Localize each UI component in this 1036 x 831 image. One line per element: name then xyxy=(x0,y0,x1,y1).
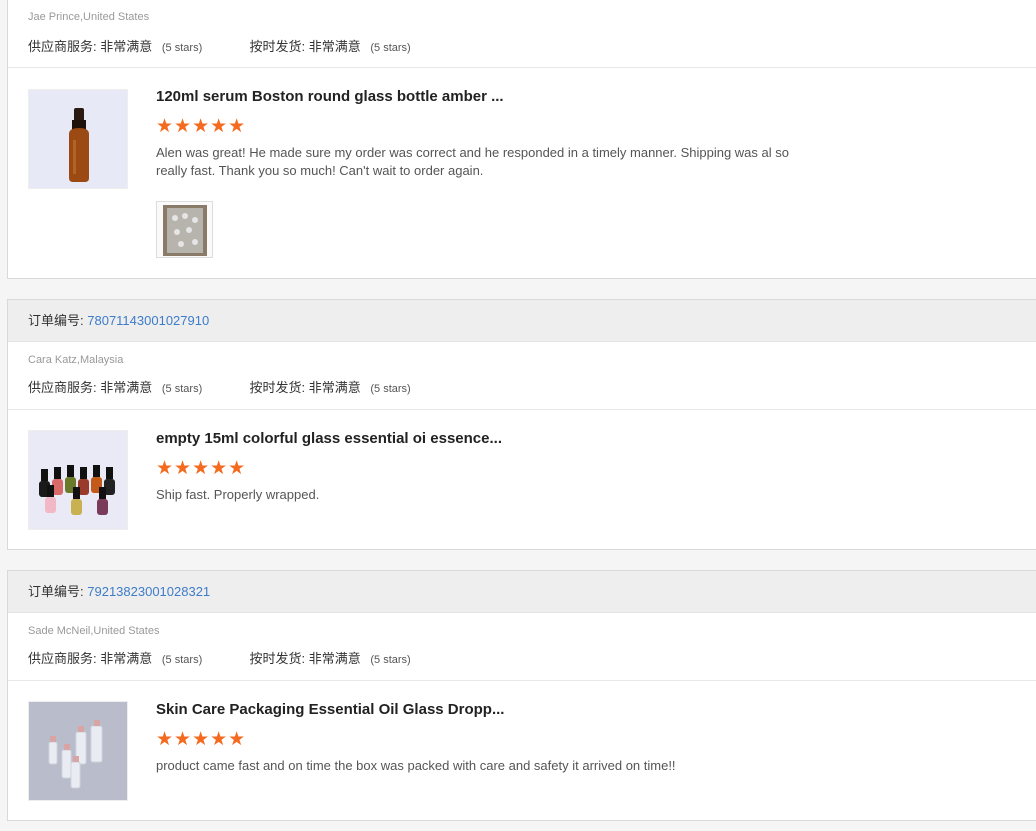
product-thumbnail[interactable] xyxy=(28,89,128,189)
review-text: Ship fast. Properly wrapped. xyxy=(156,487,320,502)
supplier-service-label: 供应商服务: xyxy=(28,39,97,54)
product-title-link[interactable]: 120ml serum Boston round glass bottle am… xyxy=(156,88,504,105)
review-text: product came fast and on time the box wa… xyxy=(156,758,676,773)
order-number-label: 订单编号: xyxy=(28,584,84,599)
star-rating: ★★★★★ xyxy=(156,458,247,479)
colorful-bottles-icon xyxy=(29,431,127,529)
order-header: 订单编号: 78071143001027910 xyxy=(8,300,1036,342)
buyer-info: Jae Prince,United States xyxy=(28,11,150,23)
review-text: Alen was great! He made sure my order wa… xyxy=(156,145,789,178)
product-thumbnail[interactable] xyxy=(28,701,128,801)
shipping-stars: (5 stars) xyxy=(370,42,411,54)
shipping-label: 按时发货: xyxy=(249,380,306,395)
supplier-service-value: 非常满意 xyxy=(100,39,153,54)
shipping-value: 非常满意 xyxy=(308,651,361,666)
supplier-service-value: 非常满意 xyxy=(100,380,153,395)
supplier-service-stars: (5 stars) xyxy=(161,654,203,666)
shipping-value: 非常满意 xyxy=(308,380,361,395)
order-number-link[interactable]: 79213823001028321 xyxy=(87,584,210,599)
shipping-value: 非常满意 xyxy=(308,39,361,54)
supplier-service-label: 供应商服务: xyxy=(28,651,97,666)
rating-summary: 供应商服务: 非常满意 (5 stars) 按时发货: 非常满意 (5 star… xyxy=(8,36,411,55)
amber-bottle-icon xyxy=(29,90,127,188)
rating-summary: 供应商服务: 非常满意 (5 stars) 按时发货: 非常满意 (5 star… xyxy=(8,377,411,396)
buyer-info: Cara Katz,Malaysia xyxy=(28,354,124,366)
product-title-link[interactable]: empty 15ml colorful glass essential oi e… xyxy=(156,430,502,447)
shipping-label: 按时发货: xyxy=(249,651,306,666)
order-number-link[interactable]: 78071143001027910 xyxy=(87,313,209,328)
order-number-label: 订单编号: xyxy=(28,313,84,328)
review-photo-image xyxy=(157,202,212,257)
order-header: 订单编号: 79213823001028321 xyxy=(8,571,1036,613)
star-rating: ★★★★★ xyxy=(156,116,247,137)
star-rating: ★★★★★ xyxy=(156,729,247,750)
rating-summary: 供应商服务: 非常满意 (5 stars) 按时发货: 非常满意 (5 star… xyxy=(8,648,411,667)
product-thumbnail[interactable] xyxy=(28,430,128,530)
shipping-stars: (5 stars) xyxy=(370,383,411,395)
clear-bottles-icon xyxy=(29,702,127,800)
review-card: Jae Prince,United States 供应商服务: 非常满意 (5 … xyxy=(7,0,1036,279)
buyer-info: Sade McNeil,United States xyxy=(28,625,160,637)
review-card: 订单编号: 79213823001028321 Sade McNeil,Unit… xyxy=(7,570,1036,821)
shipping-label: 按时发货: xyxy=(249,39,306,54)
supplier-service-stars: (5 stars) xyxy=(161,42,203,54)
supplier-service-value: 非常满意 xyxy=(100,651,153,666)
product-title-link[interactable]: Skin Care Packaging Essential Oil Glass … xyxy=(156,701,504,718)
review-photo[interactable] xyxy=(156,201,213,258)
review-card: 订单编号: 78071143001027910 Cara Katz,Malays… xyxy=(7,299,1036,550)
supplier-service-label: 供应商服务: xyxy=(28,380,97,395)
supplier-service-stars: (5 stars) xyxy=(161,383,203,395)
shipping-stars: (5 stars) xyxy=(370,654,411,666)
